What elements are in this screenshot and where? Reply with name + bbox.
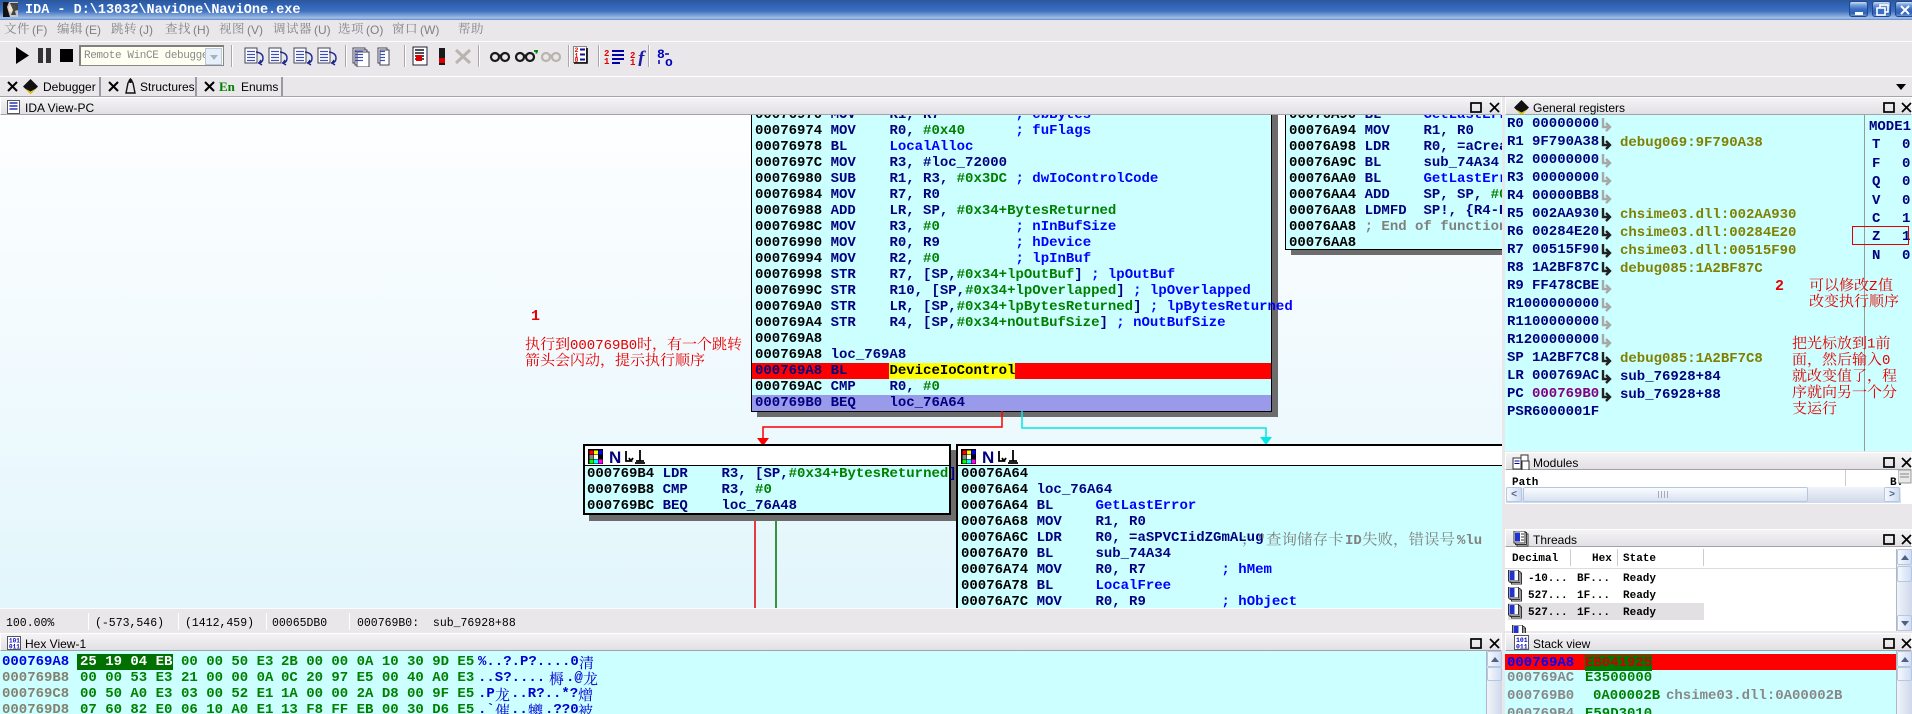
- svg-text:0: 0: [1882, 353, 1890, 369]
- svg-text:(J): (J): [139, 23, 153, 37]
- svg-text:(H): (H): [193, 23, 210, 37]
- svg-text:ID: ID: [1345, 533, 1362, 549]
- svg-text:(W): (W): [420, 23, 439, 37]
- svg-text:(U): (U): [314, 23, 331, 37]
- svg-text:Z: Z: [1869, 279, 1877, 295]
- svg-text:(O): (O): [366, 23, 383, 37]
- svg-text:(E): (E): [85, 23, 101, 37]
- svg-text:%lu: %lu: [1457, 533, 1482, 549]
- svg-text:(F): (F): [32, 23, 47, 37]
- svg-text:2: 2: [1775, 278, 1784, 295]
- svg-text:": ": [1257, 533, 1265, 549]
- svg-text:(V): (V): [247, 23, 263, 37]
- svg-text:1: 1: [1867, 337, 1875, 353]
- svg-text:1: 1: [531, 308, 540, 325]
- svg-text:000769B0: 000769B0: [570, 338, 637, 354]
